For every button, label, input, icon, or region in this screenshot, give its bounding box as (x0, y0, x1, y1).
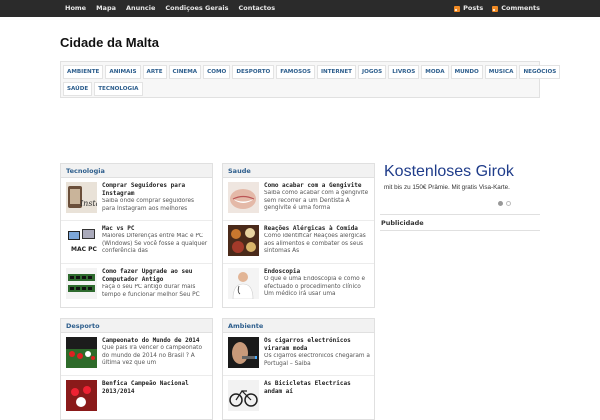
ad-carousel-dots (498, 201, 514, 206)
post-excerpt: Saiba onde comprar seguidores para Insta… (102, 198, 195, 212)
panel-saude: Saude Como acabar com a Gengivite Saiba … (222, 163, 375, 308)
site-title[interactable]: Cidade da Malta (60, 35, 159, 50)
ram-upgrade-thumbnail[interactable] (66, 268, 97, 299)
post-title[interactable]: Comprar Seguidores para Instagram (102, 182, 208, 197)
publicidade-heading: Publicidade (381, 219, 424, 227)
post-title[interactable]: Reações Alérgicas à Comida (264, 225, 370, 233)
nav-anuncie[interactable]: Anuncie (121, 0, 160, 17)
category-famosos[interactable]: FAMOSOS (276, 65, 315, 79)
mac-vs-pc-thumbnail[interactable]: MAC PC (66, 225, 97, 256)
post-title[interactable]: Benfica Campeão Nacional 2013/2014 (102, 380, 208, 395)
svg-text:MAC PC: MAC PC (71, 246, 97, 253)
list-item: As Bicicletas Electricas andam aí (223, 376, 374, 419)
svg-text:Insta: Insta (79, 199, 97, 208)
post-excerpt: Maiores Diferenças entre Mac e PC (Windo… (102, 233, 208, 254)
list-item: Reações Alérgicas à Comida Como identifi… (223, 221, 374, 264)
post-excerpt: Que país irá vencer o campeonato do mund… (102, 345, 203, 366)
panel-ambiente: Ambiente Os cigarros electrónicos virara… (222, 318, 375, 420)
panel-title[interactable]: Desporto (61, 319, 212, 333)
category-desporto[interactable]: DESPORTO (232, 65, 275, 79)
nav-contactos[interactable]: Contactos (233, 0, 280, 17)
worldcup-thumbnail[interactable] (66, 337, 97, 368)
carousel-dot[interactable] (506, 201, 511, 206)
category-negocios[interactable]: NEGÓCIOS (519, 65, 561, 79)
category-ambiente[interactable]: AMBIENTE (63, 65, 104, 79)
post-title[interactable]: Campeonato do Mundo de 2014 (102, 337, 208, 345)
panel-tecnologia: Tecnologia Insta Comprar Seguidores para… (60, 163, 213, 308)
bicycle-thumbnail[interactable] (228, 380, 259, 411)
ad-headline: Kostenloses Girok (384, 163, 514, 180)
sidebar-divider (380, 214, 540, 215)
list-item: Como fazer Upgrade ao seu Computador Ant… (61, 264, 212, 307)
feed-links: Posts Comments (445, 0, 540, 17)
rss-icon (492, 5, 499, 12)
category-tecnologia[interactable]: TECNOLOGIA (94, 82, 143, 96)
posts-feed-label: Posts (463, 4, 484, 12)
category-musica[interactable]: MUSICA (484, 65, 518, 79)
category-moda[interactable]: MODA (421, 65, 449, 79)
category-cinema[interactable]: CINEMA (168, 65, 202, 79)
post-title[interactable]: Como fazer Upgrade ao seu Computador Ant… (102, 268, 208, 283)
post-excerpt: Como identificar Reações alérgicas aos a… (264, 233, 366, 254)
category-arte[interactable]: ARTE (142, 65, 167, 79)
benfica-thumbnail[interactable] (66, 380, 97, 411)
nav-condicoes-gerais[interactable]: Condiçoes Gerais (160, 0, 233, 17)
panel-desporto: Desporto Campeonato do Mundo de 2014 Que… (60, 318, 213, 420)
instagram-thumbnail[interactable]: Insta (66, 182, 97, 213)
top-bar: Home Mapa Anuncie Condiçoes Gerais Conta… (0, 0, 600, 17)
post-title[interactable]: Endoscopia (264, 268, 370, 276)
post-excerpt: Saiba como acabar com a gengivite sem re… (264, 190, 369, 211)
category-saude[interactable]: SAÚDE (63, 82, 93, 96)
panel-title[interactable]: Saude (223, 164, 374, 178)
comments-feed-link[interactable]: Comments (492, 0, 540, 17)
list-item: Campeonato do Mundo de 2014 Que país irá… (61, 333, 212, 376)
rss-icon (454, 5, 461, 12)
nav-mapa[interactable]: Mapa (91, 0, 121, 17)
e-cigarette-thumbnail[interactable] (228, 337, 259, 368)
advertisement-banner[interactable]: Kostenloses Girok mit bis zu 150€ Prämie… (384, 163, 540, 211)
list-item: Endoscopia O que é uma Endoscopia e como… (223, 264, 374, 307)
category-jogos[interactable]: JOGOS (357, 65, 387, 79)
doctor-thumbnail[interactable] (228, 268, 259, 299)
list-item: MAC PC Mac vs PC Maiores Diferenças entr… (61, 221, 212, 264)
post-excerpt: Faça o seu PC antigo durar mais tempo e … (102, 284, 200, 298)
food-thumbnail[interactable] (228, 225, 259, 256)
sidebar-divider (380, 230, 540, 231)
post-excerpt: Os cigarros electrónicos chegaram a Port… (264, 353, 370, 367)
panel-title[interactable]: Tecnologia (61, 164, 212, 178)
nav-home[interactable]: Home (60, 0, 91, 17)
post-title[interactable]: Os cigarros electrónicos viraram moda (264, 337, 370, 352)
list-item: Os cigarros electrónicos viraram moda Os… (223, 333, 374, 376)
post-title[interactable]: Como acabar com a Gengivite (264, 182, 370, 190)
category-nav: AMBIENTE ANIMAIS ARTE CINEMA COMO DESPOR… (60, 61, 561, 98)
list-item: Como acabar com a Gengivite Saiba como a… (223, 178, 374, 221)
gengivite-thumbnail[interactable] (228, 182, 259, 213)
posts-feed-link[interactable]: Posts (454, 0, 483, 17)
list-item: Benfica Campeão Nacional 2013/2014 (61, 376, 212, 419)
category-livros[interactable]: LIVROS (388, 65, 420, 79)
post-title[interactable]: As Bicicletas Electricas andam aí (264, 380, 370, 395)
carousel-dot[interactable] (498, 201, 503, 206)
list-item: Insta Comprar Seguidores para Instagram … (61, 178, 212, 221)
category-internet[interactable]: INTERNET (316, 65, 356, 79)
top-nav: Home Mapa Anuncie Condiçoes Gerais Conta… (60, 0, 280, 17)
ad-subline: mit bis zu 150€ Prämie. Mit gratis Visa-… (384, 184, 510, 191)
panel-title[interactable]: Ambiente (223, 319, 374, 333)
category-como[interactable]: COMO (203, 65, 231, 79)
post-excerpt: O que é uma Endoscopia e como é efectuad… (264, 276, 366, 297)
post-title[interactable]: Mac vs PC (102, 225, 208, 233)
comments-feed-label: Comments (501, 4, 540, 12)
category-mundo[interactable]: MUNDO (450, 65, 483, 79)
category-animais[interactable]: ANIMAIS (105, 65, 141, 79)
